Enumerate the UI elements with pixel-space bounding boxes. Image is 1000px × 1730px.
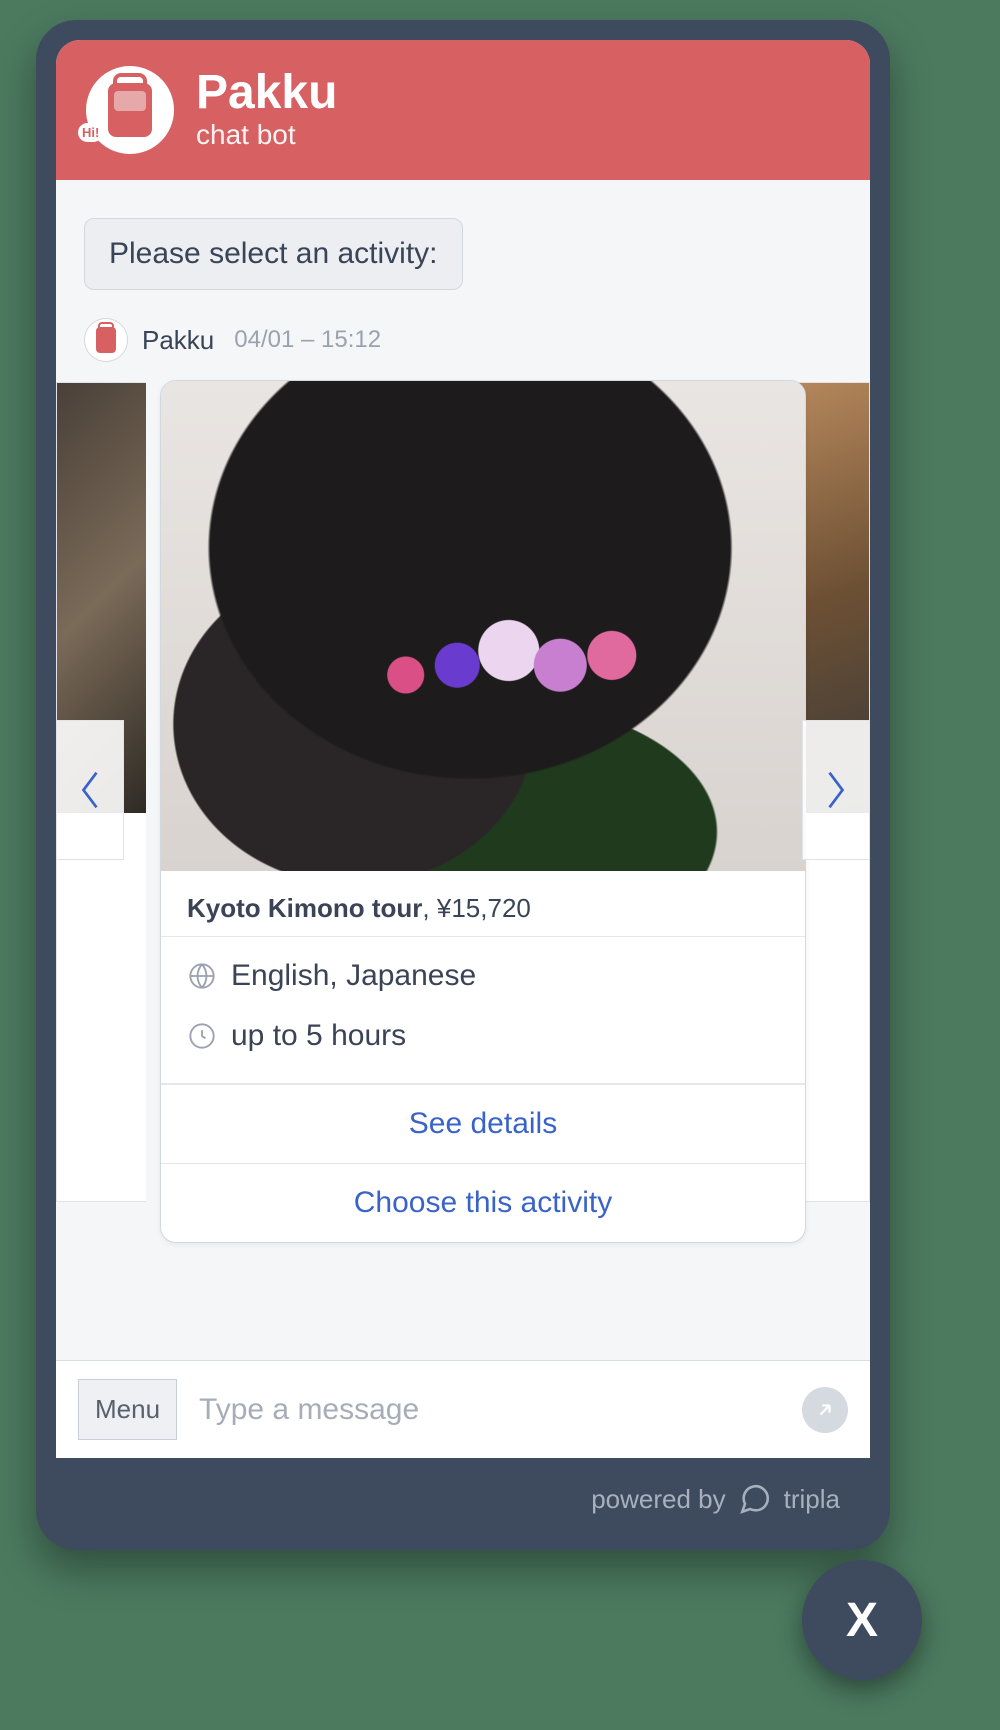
powered-by-brand: tripla (784, 1484, 840, 1515)
clock-icon (187, 1021, 217, 1051)
sender-avatar (84, 318, 128, 362)
close-widget-button[interactable]: X (802, 1560, 922, 1680)
chat-widget-frame: Hi! Pakku chat bot Please select an acti… (36, 20, 890, 1550)
powered-by-label: powered by (591, 1484, 725, 1515)
sender-timestamp: 04/01 – 15:12 (234, 326, 381, 354)
message-sender-row: Pakku 04/01 – 15:12 (84, 318, 842, 362)
menu-button[interactable]: Menu (78, 1379, 177, 1440)
carousel-next-button[interactable] (802, 720, 870, 860)
hi-bubble: Hi! (78, 123, 103, 142)
activity-title-row: Kyoto Kimono tour, ¥15,720 (161, 871, 805, 937)
globe-icon (187, 961, 217, 991)
activity-languages: English, Japanese (231, 959, 476, 993)
chat-header: Hi! Pakku chat bot (56, 40, 870, 180)
activity-carousel: Kyoto Kimono tour, ¥15,720 English, Japa… (56, 380, 870, 1230)
choose-activity-button[interactable]: Choose this activity (161, 1163, 805, 1242)
activity-duration: up to 5 hours (231, 1019, 406, 1053)
suitcase-icon (108, 83, 152, 137)
see-details-button[interactable]: See details (161, 1084, 805, 1163)
message-composer: Menu (56, 1360, 870, 1458)
bot-subtitle: chat bot (196, 119, 337, 151)
activity-card: Kyoto Kimono tour, ¥15,720 English, Japa… (160, 380, 806, 1243)
chat-screen: Hi! Pakku chat bot Please select an acti… (56, 40, 870, 1458)
send-button[interactable] (802, 1387, 848, 1433)
bot-avatar: Hi! (86, 66, 174, 154)
carousel-prev-button[interactable] (56, 720, 124, 860)
activity-image (161, 381, 805, 871)
sender-name: Pakku (142, 325, 214, 356)
activity-price: ¥15,720 (437, 893, 531, 923)
activity-title: Kyoto Kimono tour (187, 893, 422, 923)
bot-title: Pakku (196, 69, 337, 117)
message-input[interactable] (199, 1393, 780, 1427)
powered-by-footer: powered by tripla (56, 1458, 870, 1516)
chat-bubble-icon (738, 1482, 772, 1516)
chat-body: Please select an activity: Pakku 04/01 –… (56, 180, 870, 1360)
system-message: Please select an activity: (84, 218, 463, 290)
